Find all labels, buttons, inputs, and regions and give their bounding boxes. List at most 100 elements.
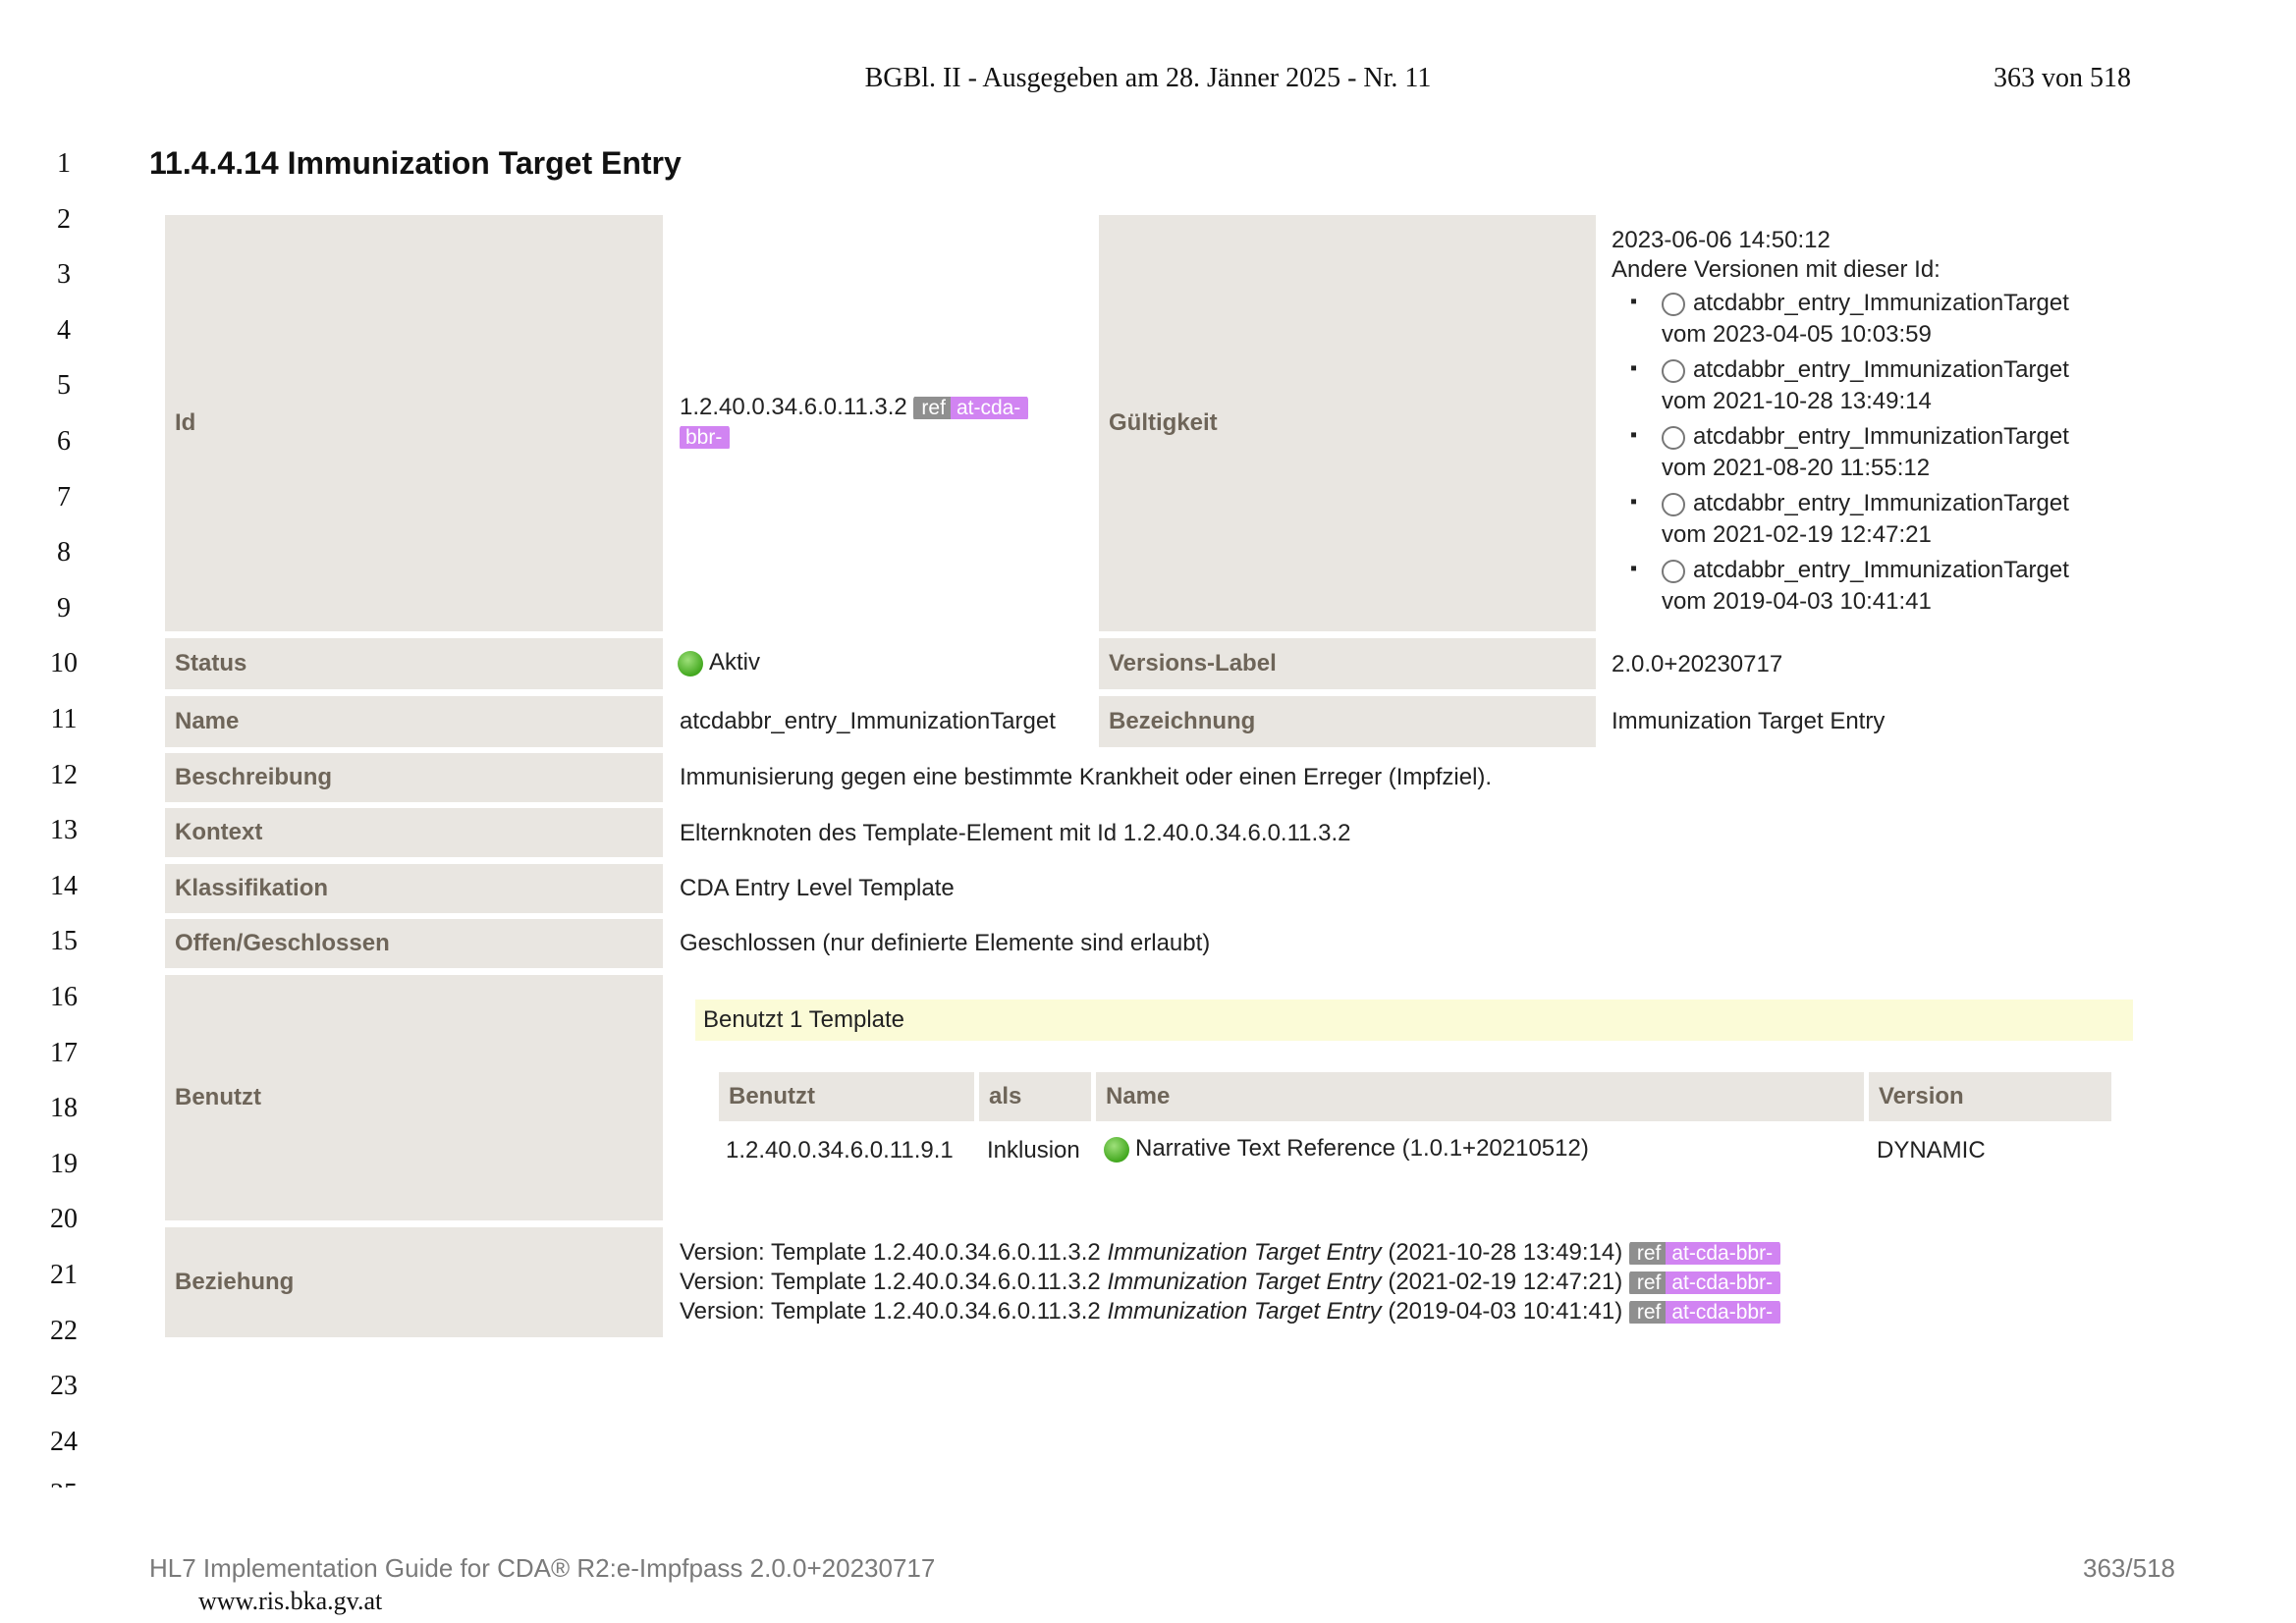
version-item[interactable]: atcdabbr_entry_ImmunizationTarget — [1662, 489, 2069, 518]
line-number: 20 — [50, 1204, 78, 1234]
relation-date: (2019‑04‑03 10:41:41) — [1388, 1298, 1623, 1325]
context-label: Kontext — [165, 808, 663, 857]
line-number: 6 — [57, 426, 71, 457]
ref-badge-continuation[interactable]: bbr- — [680, 425, 731, 451]
description-label: Beschreibung — [165, 753, 663, 802]
line-number: 22 — [50, 1316, 78, 1346]
validity-label-text: Gültigkeit — [1109, 409, 1218, 436]
ref-tag: at-cda-bbr- — [1666, 1271, 1781, 1294]
id-label: Id — [165, 215, 663, 631]
uses-summary-bar[interactable]: Benutzt 1 Template — [695, 1000, 2133, 1041]
ref-label: ref — [1628, 1241, 1667, 1265]
radio-icon[interactable] — [1662, 358, 1685, 383]
relation-name: Immunization Target Entry — [1107, 1298, 1382, 1325]
id-value: 1.2.40.0.34.6.0.11.3.2 ref at-cda- bbr- — [680, 393, 1029, 452]
status-active-icon — [678, 650, 703, 676]
ref-label: ref — [1628, 1300, 1667, 1324]
ref-label: ref — [1628, 1271, 1667, 1294]
ref-badge[interactable]: ref at-cda-bbr- — [1628, 1300, 1781, 1325]
uses-id[interactable]: 1.2.40.0.34.6.0.11.9.1 — [726, 1136, 954, 1165]
radio-icon[interactable] — [1662, 559, 1685, 583]
version-item[interactable]: atcdabbr_entry_ImmunizationTarget — [1662, 422, 2069, 452]
relation-date: (2021‑02‑19 12:47:21) — [1388, 1269, 1623, 1295]
radio-icon[interactable] — [1662, 425, 1685, 450]
relation-entry[interactable]: Version: Template 1.2.40.0.34.6.0.11.3.2… — [680, 1268, 1781, 1297]
line-number: 12 — [50, 760, 78, 790]
name-label-text: Name — [175, 708, 240, 734]
line-number: 4 — [57, 315, 71, 346]
line-number: 23 — [50, 1371, 78, 1401]
description-value: Immunisierung gegen eine bestimmte Krank… — [680, 764, 1493, 790]
classification-label: Klassifikation — [165, 864, 663, 913]
status-value: Aktiv — [678, 648, 760, 677]
designation-label-text: Bezeichnung — [1109, 708, 1256, 734]
ref-tag: at-cda- — [950, 396, 1029, 419]
bullet-icon: ▪ — [1630, 491, 1638, 513]
line-number: 11 — [50, 704, 78, 734]
relation-date: (2021‑10‑28 13:49:14) — [1388, 1239, 1623, 1266]
line-number: 18 — [50, 1093, 78, 1123]
line-number: 3 — [57, 259, 71, 290]
version-date: vom 2021‑10‑28 13:49:14 — [1662, 388, 1932, 414]
ref-badge[interactable]: ref at-cda- — [913, 396, 1029, 421]
line-number: 16 — [50, 982, 78, 1012]
uses-as: Inklusion — [987, 1137, 1080, 1163]
bullet-icon: ▪ — [1630, 558, 1638, 579]
status-text: Aktiv — [709, 649, 761, 676]
version-date: vom 2021‑02‑19 12:47:21 — [1662, 521, 1932, 548]
section-title: 11.4.4.14 Immunization Target Entry — [149, 145, 682, 181]
radio-icon[interactable] — [1662, 292, 1685, 316]
uses-column-header: Version — [1869, 1072, 2111, 1121]
status-active-icon — [1104, 1136, 1129, 1163]
bullet-icon: ▪ — [1630, 291, 1638, 312]
open-closed-value: Geschlossen (nur definierte Elemente sin… — [680, 930, 1211, 956]
line-number: 24 — [50, 1427, 78, 1457]
line-number: 17 — [50, 1038, 78, 1068]
open-closed-label-text: Offen/Geschlossen — [175, 930, 390, 956]
relation-entry[interactable]: Version: Template 1.2.40.0.34.6.0.11.3.2… — [680, 1238, 1781, 1268]
footer-url[interactable]: www.ris.bka.gv.at — [198, 1587, 382, 1616]
uses-name-text: Narrative Text Reference (1.0.1+20210512… — [1135, 1135, 1589, 1162]
line-numbers: 1 2 3 4 5 6 7 8 9 10 11 12 13 14 15 16 1… — [29, 0, 98, 1488]
status-label-text: Status — [175, 650, 247, 676]
line-number: 15 — [50, 926, 78, 956]
validity-date: 2023‑06‑06 14:50:12 — [1612, 227, 1831, 253]
uses-version: DYNAMIC — [1877, 1137, 1986, 1163]
line-number: 10 — [50, 648, 78, 678]
relation-entry[interactable]: Version: Template 1.2.40.0.34.6.0.11.3.2… — [680, 1297, 1781, 1326]
uses-label-text: Benutzt — [175, 1084, 261, 1110]
footer-title: HL7 Implementation Guide for CDA® R2:e-I… — [149, 1553, 936, 1583]
classification-value: CDA Entry Level Template — [680, 875, 955, 901]
description-label-text: Beschreibung — [175, 764, 333, 790]
line-number: 2 — [57, 204, 71, 235]
version-item[interactable]: atcdabbr_entry_ImmunizationTarget — [1662, 355, 2069, 385]
relation-label: Beziehung — [165, 1227, 663, 1337]
relation-prefix: Version: Template 1.2.40.0.34.6.0.11.3.2 — [680, 1298, 1101, 1325]
uses-name[interactable]: Narrative Text Reference (1.0.1+20210512… — [1104, 1134, 1589, 1163]
version-name: atcdabbr_entry_ImmunizationTarget — [1693, 423, 2069, 450]
context-label-text: Kontext — [175, 819, 263, 845]
line-number: 9 — [57, 593, 71, 623]
version-item[interactable]: atcdabbr_entry_ImmunizationTarget — [1662, 556, 2069, 585]
version-date: vom 2019‑04‑03 10:41:41 — [1662, 588, 1932, 615]
version-item[interactable]: atcdabbr_entry_ImmunizationTarget — [1662, 289, 2069, 318]
other-versions-label: Andere Versionen mit dieser Id: — [1612, 256, 1941, 283]
uses-column-header: als — [979, 1072, 1091, 1121]
relation-label-text: Beziehung — [175, 1269, 295, 1295]
version-label-value: 2.0.0+20230717 — [1612, 651, 1783, 677]
open-closed-label: Offen/Geschlossen — [165, 919, 663, 968]
radio-icon[interactable] — [1662, 492, 1685, 516]
line-number: 1 — [57, 148, 71, 179]
line-number: 8 — [57, 537, 71, 568]
uses-column-header: Name — [1096, 1072, 1864, 1121]
name-label: Name — [165, 696, 663, 747]
ref-badge[interactable]: ref at-cda-bbr- — [1628, 1241, 1781, 1267]
ref-badge[interactable]: ref at-cda-bbr- — [1628, 1271, 1781, 1296]
uses-label: Benutzt — [165, 975, 663, 1220]
ref-label: ref — [913, 396, 951, 419]
footer-page-number: 363/518 — [2083, 1553, 2175, 1583]
status-label: Status — [165, 638, 663, 689]
ref-tag: bbr- — [680, 425, 731, 449]
id-label-text: Id — [175, 409, 196, 436]
version-label-label: Versions-Label — [1099, 638, 1596, 689]
